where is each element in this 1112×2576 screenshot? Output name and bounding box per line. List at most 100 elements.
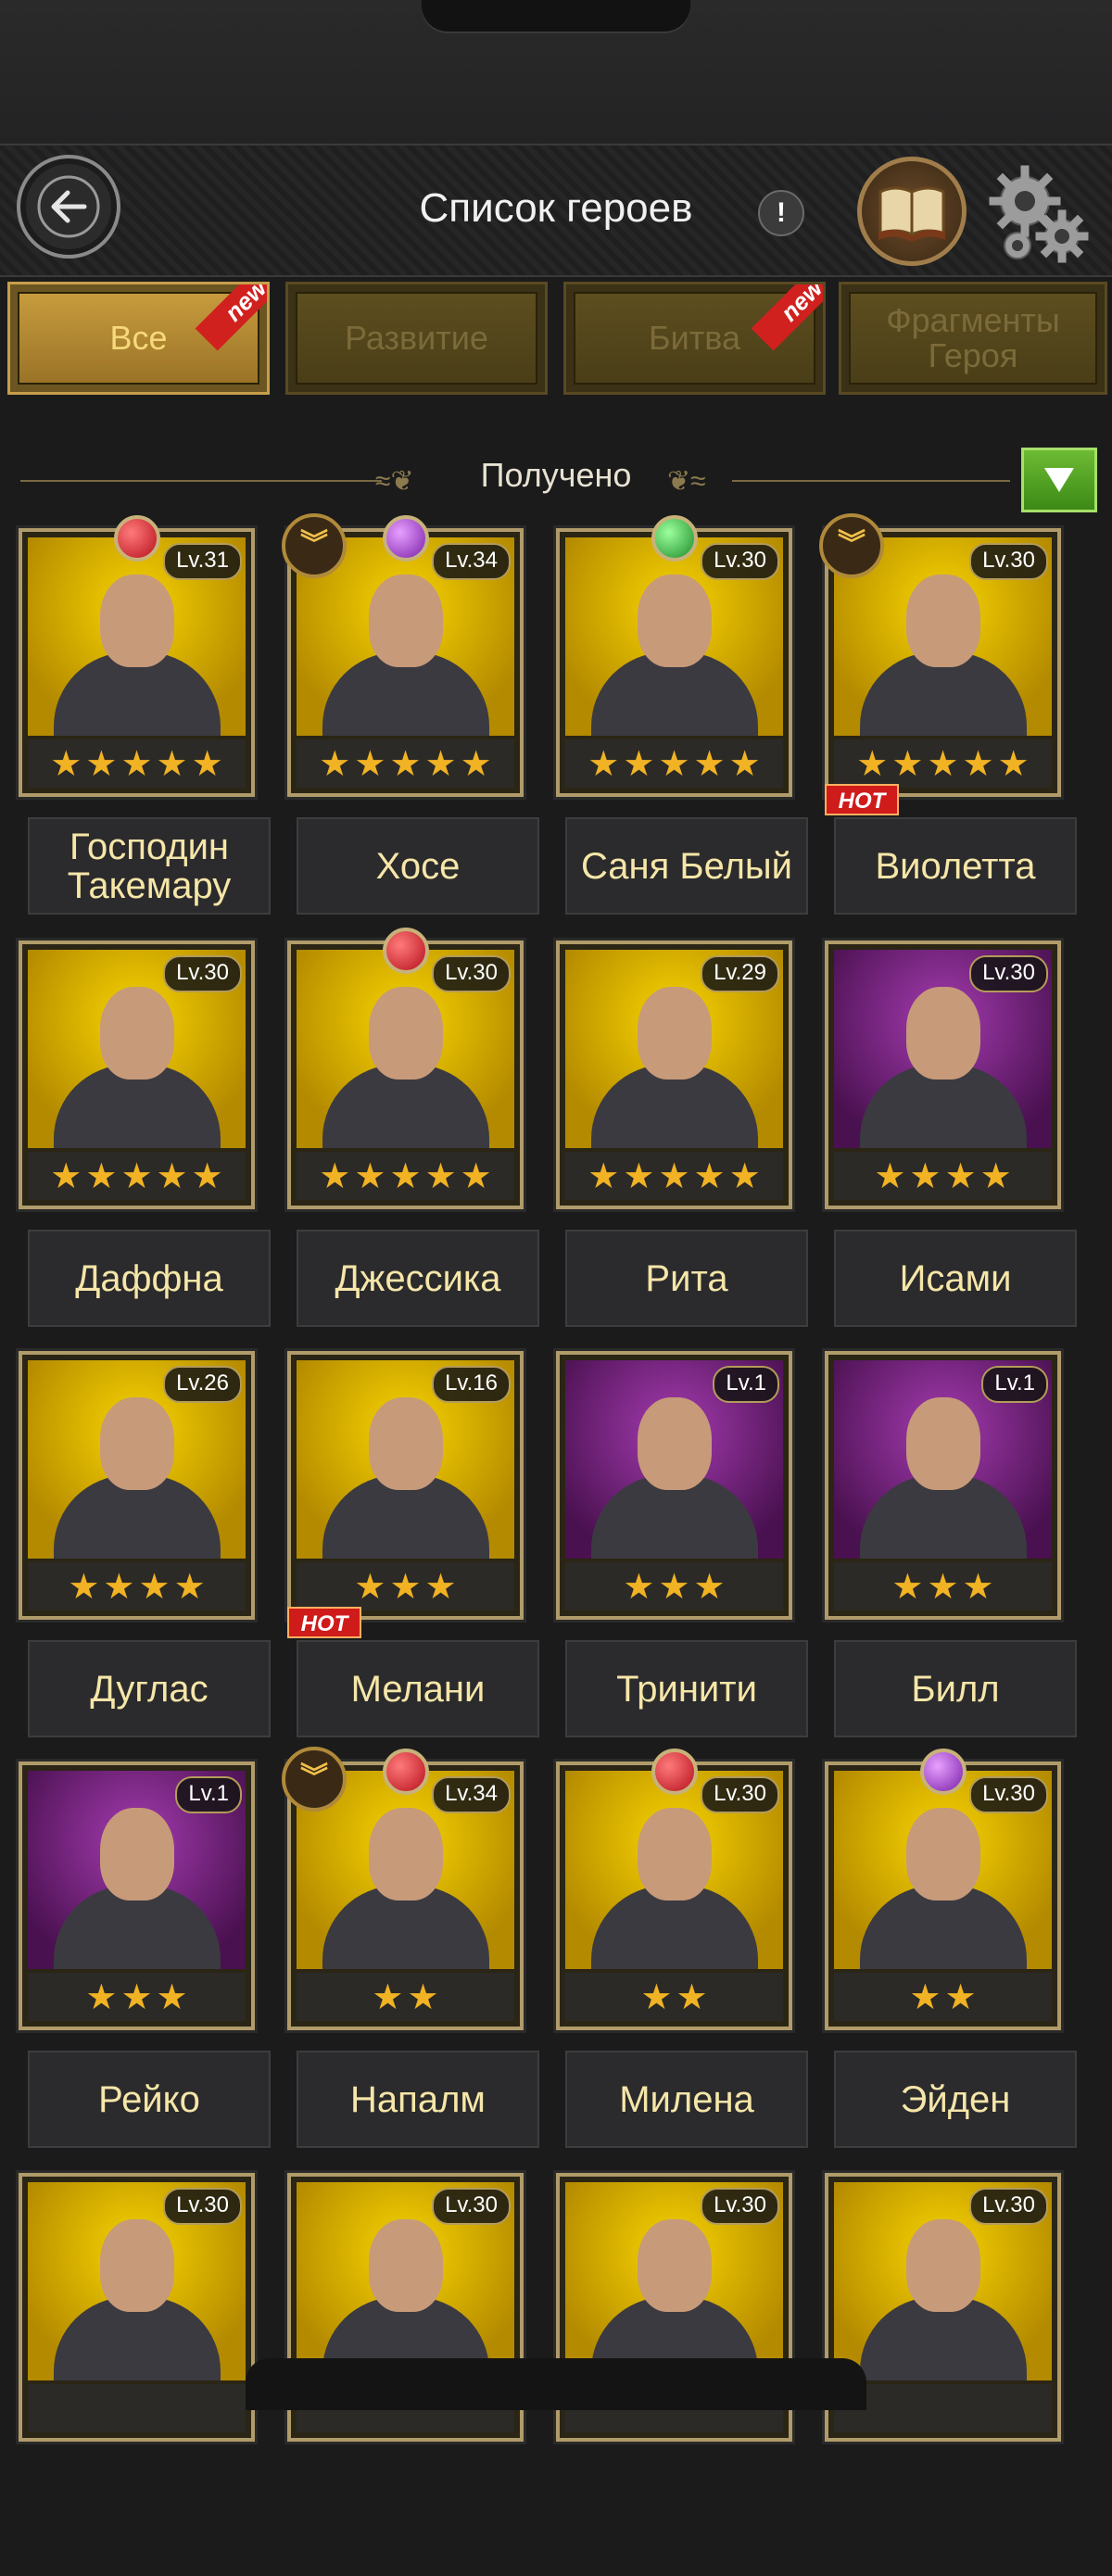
status-bar (0, 0, 1112, 144)
hero-name: Напалм (297, 2051, 539, 2148)
hero-figure (368, 987, 443, 1080)
hero-figure (905, 575, 980, 667)
device-notch (422, 0, 690, 32)
rarity-gem-icon (919, 1749, 967, 1795)
hero-name: Милена (565, 2051, 808, 2148)
hero-level-badge: Lv.30 (969, 955, 1048, 992)
info-icon[interactable]: ! (758, 190, 804, 236)
star-icon: ★ (623, 1567, 655, 1607)
star-icon: ★ (354, 1156, 386, 1196)
hero-figure (637, 1808, 712, 1900)
hero-card[interactable]: Lv.30 ★ ★ ★ ★ ★ Даффна (9, 931, 271, 1344)
star-icon: ★ (103, 1567, 135, 1607)
star-icon: ★ (658, 744, 690, 784)
star-icon: ★ (856, 744, 889, 784)
hero-card[interactable]: Lv.26 ★ ★ ★ ★ Дуглас (9, 1342, 271, 1754)
tab-hero-fragments[interactable]: Фрагменты Героя (839, 282, 1107, 395)
hero-card[interactable]: Lv.16 ★ ★ ★ Мелани HOT (278, 1342, 539, 1754)
hero-name: Исами (834, 1230, 1077, 1327)
hero-card[interactable]: Lv.30 ★ ★ Милена (547, 1749, 808, 2165)
hero-stars: ★ ★ ★ (565, 1562, 783, 1610)
hero-card[interactable]: Lv.30 ★ ★ Эйден (815, 1749, 1077, 2165)
hero-name: Рита (565, 1230, 808, 1327)
hero-name: Хосе (297, 817, 539, 915)
hero-card[interactable]: Lv.30 ★ ★ ★ ★ Исами (815, 931, 1077, 1344)
hero-level-badge: Lv.26 (163, 1366, 242, 1403)
tab-all[interactable]: Все new (7, 282, 270, 395)
hero-portrait-frame: Lv.34 ★ ★ ★ ★ ★ ︾ (282, 513, 524, 797)
back-button[interactable] (17, 155, 120, 259)
star-icon: ★ (389, 744, 422, 784)
hero-portrait-frame: Lv.30 ★ ★ ★ ★ ★ (19, 941, 255, 1209)
hero-card[interactable]: Lv.29 ★ ★ ★ ★ ★ Рита (547, 931, 808, 1344)
hero-level-badge: Lv.34 (432, 543, 511, 580)
hero-portrait-frame: Lv.16 ★ ★ ★ (287, 1351, 524, 1620)
star-icon: ★ (424, 1156, 457, 1196)
hero-figure (368, 1808, 443, 1900)
hero-card[interactable]: Lv.30 (9, 2164, 269, 2576)
triangle-down-icon (1044, 468, 1074, 492)
star-icon: ★ (120, 1977, 153, 2017)
hero-portrait-frame: Lv.30 ★ ★ (825, 1749, 1061, 2030)
tab-development[interactable]: Развитие (285, 282, 548, 395)
rank-chevron-icon: ︾ (819, 513, 884, 578)
star-icon: ★ (354, 744, 386, 784)
hero-card[interactable]: Lv.1 ★ ★ ★ Билл (815, 1342, 1077, 1754)
star-icon: ★ (927, 1567, 959, 1607)
tab-battle[interactable]: Битва new (563, 282, 826, 395)
hero-card[interactable]: Lv.30 ★ ★ ★ ★ ★ Джессика (278, 928, 539, 1344)
hero-figure (637, 1397, 712, 1490)
filter-dropdown-button[interactable] (1021, 448, 1097, 512)
hero-stars: ★ ★ (297, 1973, 514, 2021)
book-icon (878, 186, 945, 242)
star-icon: ★ (588, 744, 620, 784)
hero-level-badge: Lv.29 (701, 955, 779, 992)
star-icon: ★ (460, 1156, 492, 1196)
star-icon: ★ (623, 1156, 655, 1196)
star-icon: ★ (319, 1156, 351, 1196)
rarity-gem-icon (651, 1749, 698, 1795)
hero-stars: ★ ★ ★ ★ ★ (297, 739, 514, 788)
hero-figure (637, 987, 712, 1080)
rank-chevron-icon: ︾ (282, 1747, 347, 1812)
hero-book-button[interactable] (857, 157, 967, 266)
settings-button[interactable] (980, 164, 1092, 266)
arrow-left-icon (37, 175, 100, 238)
hero-name: Дуглас (28, 1640, 271, 1737)
star-icon: ★ (962, 744, 994, 784)
hero-card[interactable]: Lv.34 ★ ★ ★ ★ ★ ︾ Хосе (278, 513, 539, 931)
star-icon: ★ (693, 1567, 726, 1607)
hero-card[interactable]: Lv.34 ★ ★ ︾ Напалм (278, 1747, 539, 2165)
hero-figure (905, 1808, 980, 1900)
star-icon: ★ (588, 1156, 620, 1196)
hero-figure (905, 2219, 980, 2312)
hero-level-badge: Lv.31 (163, 543, 242, 580)
star-icon: ★ (156, 1977, 188, 2017)
hero-stars: ★ ★ ★ ★ (28, 1562, 246, 1610)
hero-level-badge: Lv.16 (432, 1366, 511, 1403)
hero-card[interactable]: Lv.1 ★ ★ ★ Тринити (547, 1342, 808, 1754)
tab-label: Фрагменты Героя (886, 301, 1060, 374)
flourish-left-icon: ≈❦ (375, 466, 414, 497)
hero-stars: ★ ★ (834, 1973, 1052, 2021)
hero-card[interactable]: Lv.30 ★ ★ ★ ★ ★ ︾ Виолетта HOT (815, 513, 1077, 931)
hero-portrait-frame: Lv.30 ★ ★ (556, 1749, 792, 2030)
star-icon: ★ (424, 1567, 457, 1607)
flourish-right-icon: ❦≈ (667, 466, 706, 497)
hero-card[interactable]: Lv.31 ★ ★ ★ ★ ★ Господин Такемару (9, 515, 271, 931)
hero-stars: ★ ★ ★ ★ ★ (565, 1152, 783, 1200)
star-icon: ★ (693, 1156, 726, 1196)
star-icon: ★ (891, 744, 924, 784)
hero-portrait-frame: Lv.30 ★ ★ ★ ★ ★ ︾ (819, 513, 1061, 797)
hero-stars: ★ ★ ★ ★ ★ (834, 739, 1052, 788)
hero-level-badge: Lv.30 (701, 1776, 779, 1813)
tab-label: Все (109, 319, 168, 357)
rarity-gem-icon (382, 928, 429, 974)
star-icon: ★ (85, 1977, 118, 2017)
hero-card[interactable]: Lv.1 ★ ★ ★ Рейко (9, 1752, 271, 2165)
hero-level-badge: Lv.30 (432, 2188, 511, 2225)
star-icon: ★ (191, 744, 223, 784)
star-icon: ★ (658, 1156, 690, 1196)
hero-card[interactable]: Lv.30 ★ ★ ★ ★ ★ Саня Белый (547, 515, 808, 931)
hero-portrait-frame: Lv.1 ★ ★ ★ (825, 1351, 1061, 1620)
